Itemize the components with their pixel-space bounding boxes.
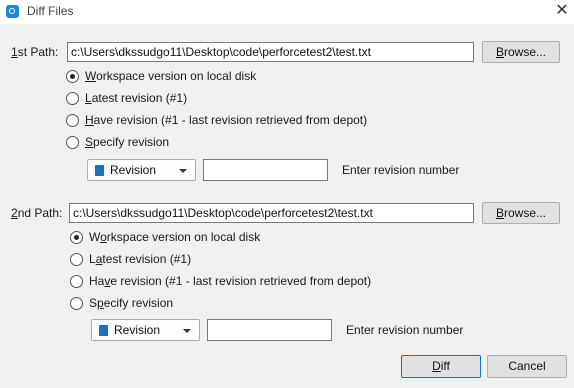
diff-app-icon — [6, 5, 19, 18]
title-bar: Diff Files ✕ — [0, 0, 574, 24]
option-label: Workspace version on local disk — [85, 69, 257, 83]
path1-option-specify[interactable]: Specify revision — [66, 133, 169, 151]
radio-button[interactable] — [66, 91, 79, 105]
radio-button[interactable] — [70, 274, 83, 288]
path2-option-latest[interactable]: Latest revision (#1) — [70, 250, 191, 268]
document-icon — [99, 325, 108, 336]
path1-input[interactable]: c:\Users\dkssudgo11\Desktop\code\perforc… — [67, 42, 474, 62]
path1-specifier-dropdown[interactable]: Revision — [87, 159, 196, 181]
caret-down-icon — [179, 169, 187, 173]
radio-button[interactable] — [66, 135, 79, 149]
path1-option-latest[interactable]: Latest revision (#1) — [66, 89, 187, 107]
option-label: Specify revision — [85, 135, 170, 149]
path2-revision-input[interactable] — [207, 319, 332, 341]
path1-revision-input[interactable] — [203, 159, 328, 181]
option-label: Latest revision (#1) — [89, 252, 192, 266]
option-label: Workspace version on local disk — [89, 230, 261, 244]
option-label: Latest revision (#1) — [85, 91, 188, 105]
path1-label: 1st Path: — [11, 45, 59, 59]
path2-browse-button[interactable]: Browse... — [482, 202, 560, 224]
diff-button[interactable]: Diff — [401, 355, 481, 378]
specifier-label: Revision — [110, 163, 157, 177]
radio-button[interactable] — [66, 69, 79, 83]
radio-button[interactable] — [70, 230, 83, 244]
option-label: Specify revision — [89, 296, 174, 310]
close-icon[interactable]: ✕ — [552, 1, 572, 21]
path1-option-have[interactable]: Have revision (#1 - last revision retrie… — [66, 111, 367, 129]
path2-specifier-dropdown[interactable]: Revision — [91, 319, 200, 341]
radio-button[interactable] — [66, 113, 79, 127]
path2-input[interactable]: c:\Users\dkssudgo11\Desktop\code\perforc… — [69, 203, 474, 223]
cancel-button[interactable]: Cancel — [487, 355, 567, 378]
radio-button[interactable] — [70, 296, 83, 310]
window-title: Diff Files — [27, 4, 74, 18]
caret-down-icon — [183, 329, 191, 333]
path1-option-workspace[interactable]: Workspace version on local disk — [66, 67, 256, 85]
path1-browse-button[interactable]: Browse... — [482, 41, 560, 63]
option-label: Have revision (#1 - last revision retrie… — [89, 274, 372, 288]
radio-button[interactable] — [70, 252, 83, 266]
path2-revision-hint: Enter revision number — [346, 323, 464, 337]
path1-revision-hint: Enter revision number — [342, 163, 460, 177]
path2-option-specify[interactable]: Specify revision — [70, 294, 173, 312]
path2-option-have[interactable]: Have revision (#1 - last revision retrie… — [70, 272, 371, 290]
path2-option-workspace[interactable]: Workspace version on local disk — [70, 228, 260, 246]
path2-label: 2nd Path: — [11, 206, 63, 220]
option-label: Have revision (#1 - last revision retrie… — [85, 113, 368, 127]
specifier-label: Revision — [114, 323, 161, 337]
document-icon — [95, 165, 104, 176]
